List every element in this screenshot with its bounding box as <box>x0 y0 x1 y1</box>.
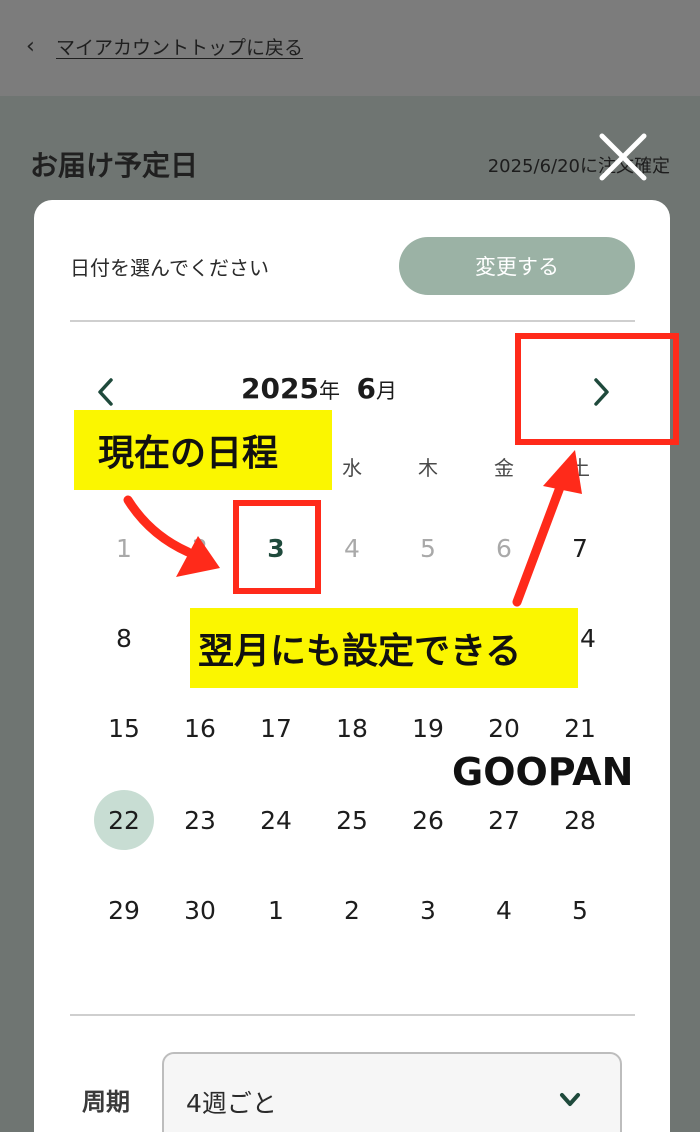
calendar-day[interactable]: 17 <box>246 698 306 758</box>
calendar-day[interactable]: 26 <box>398 790 458 850</box>
calendar-day[interactable]: 19 <box>398 698 458 758</box>
next-month-highlight <box>515 333 679 445</box>
close-icon[interactable] <box>594 128 652 186</box>
calendar-day[interactable]: 24 <box>246 790 306 850</box>
weekday-fri: 金 <box>494 456 514 480</box>
calendar-day[interactable]: 2 <box>322 880 382 940</box>
calendar-day[interactable]: 6 <box>474 518 534 578</box>
calendar-day[interactable]: 23 <box>170 790 230 850</box>
calendar-day[interactable]: 20 <box>474 698 534 758</box>
calendar-day[interactable]: 3 <box>398 880 458 940</box>
calendar-day[interactable]: 4 <box>322 518 382 578</box>
chevron-down-icon <box>560 1093 580 1106</box>
today-highlight <box>233 500 321 594</box>
calendar-day[interactable]: 22 <box>94 790 154 850</box>
chevron-left-icon <box>98 378 113 406</box>
prev-month-button[interactable] <box>86 372 126 412</box>
calendar-day[interactable]: 2 <box>170 518 230 578</box>
calendar-day[interactable]: 21 <box>550 698 610 758</box>
month-title: 2025年 6月 <box>204 372 434 405</box>
current-schedule-label: 現在の日程 <box>74 410 332 490</box>
cycle-value: 4週ごと <box>186 1089 277 1118</box>
calendar-day[interactable]: 30 <box>170 880 230 940</box>
calendar-day[interactable]: 1 <box>94 518 154 578</box>
back-to-account-link[interactable]: ‹ マイアカウントトップに戻る <box>26 30 303 62</box>
cycle-select[interactable]: 4週ごと <box>162 1052 622 1132</box>
date-prompt: 日付を選んでください <box>70 256 269 280</box>
calendar-day[interactable]: 18 <box>322 698 382 758</box>
divider <box>70 320 635 322</box>
chevron-left-icon: ‹ <box>26 33 35 59</box>
change-button[interactable]: 変更する <box>399 237 635 295</box>
year-unit: 年 <box>318 379 340 403</box>
calendar-day[interactable]: 28 <box>550 790 610 850</box>
calendar-year: 2025 <box>241 372 319 405</box>
calendar-month: 6 <box>356 372 376 405</box>
cycle-label: 周期 <box>82 1088 130 1116</box>
calendar-day[interactable]: 25 <box>322 790 382 850</box>
next-month-note-label: 翌月にも設定できる <box>190 608 578 688</box>
calendar-day[interactable]: 27 <box>474 790 534 850</box>
calendar-day[interactable]: 4 <box>474 880 534 940</box>
divider <box>70 1014 635 1016</box>
back-link-label: マイアカウントトップに戻る <box>56 36 304 59</box>
watermark: GOOPAN <box>452 750 634 794</box>
calendar-day[interactable]: 8 <box>94 608 154 668</box>
top-bar: ‹ マイアカウントトップに戻る <box>0 0 700 96</box>
calendar-day[interactable]: 7 <box>550 518 610 578</box>
calendar-day[interactable]: 15 <box>94 698 154 758</box>
calendar-day[interactable]: 5 <box>398 518 458 578</box>
calendar-day[interactable]: 29 <box>94 880 154 940</box>
calendar-day[interactable]: 5 <box>550 880 610 940</box>
weekday-sat: 土 <box>570 456 590 480</box>
weekday-thu: 木 <box>418 456 438 480</box>
calendar-day[interactable]: 1 <box>246 880 306 940</box>
calendar-day[interactable]: 16 <box>170 698 230 758</box>
page-title: お届け予定日 <box>30 149 199 182</box>
month-unit: 月 <box>375 379 397 403</box>
